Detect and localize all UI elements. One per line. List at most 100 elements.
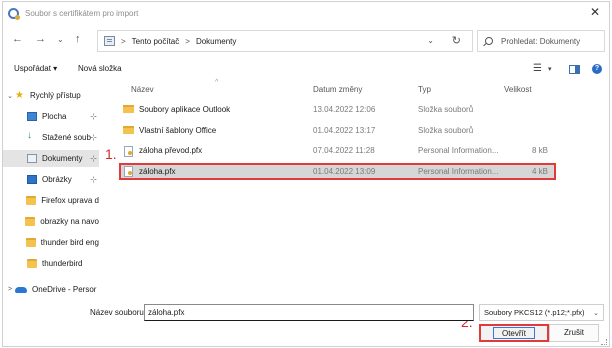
pin-icon: ⊹ (90, 133, 97, 142)
file-type: Složka souborů (418, 105, 474, 114)
help-icon[interactable]: ? (592, 64, 602, 74)
folder-icon (26, 196, 37, 205)
sidebar-item-thunderbird[interactable]: thunderbird (3, 255, 99, 272)
star-icon: ★ (15, 90, 24, 101)
filename-input[interactable]: záloha.pfx (144, 304, 474, 321)
resize-grip-icon[interactable] (601, 339, 607, 345)
sidebar-item-desktop[interactable]: Plocha ⊹ (3, 108, 99, 125)
open-button[interactable]: Otevřít (479, 324, 549, 342)
search-placeholder: Prohledat: Dokumenty (501, 36, 581, 46)
desktop-icon (27, 112, 37, 121)
certificate-app-icon (8, 7, 20, 20)
file-row[interactable]: Vlastní šablony Office 01.04.2022 13:17 … (119, 122, 554, 139)
download-icon (27, 130, 37, 142)
filetype-select[interactable]: Soubory PKCS12 (*.p12;*.pfx) ⌄ (479, 304, 604, 321)
organize-button[interactable]: Uspořádat ▾ (14, 64, 57, 73)
file-size: 8 kB (531, 146, 548, 155)
file-name: záloha.pfx (139, 167, 176, 176)
column-header-name[interactable]: Název (131, 85, 154, 94)
column-header-date[interactable]: Datum změny (313, 85, 362, 94)
breadcrumb-separator-icon: > (185, 36, 190, 46)
recent-locations-chevron-icon[interactable]: ⌄ (57, 34, 64, 46)
sidebar-item-thunder-bird-eng[interactable]: thunder bird eng (3, 234, 99, 251)
folder-icon (25, 238, 36, 247)
view-options-chevron-icon[interactable]: ▾ (548, 65, 552, 73)
file-name: záloha převod.pfx (139, 146, 203, 155)
filename-label: Název souboru: (90, 308, 147, 317)
file-open-dialog: Soubor s certifikátem pro import ✕ ← → ⌄… (2, 1, 610, 347)
sidebar-item-label: thunder bird eng (40, 238, 99, 247)
sidebar-item-label: Firefox uprava d (41, 196, 99, 205)
certificate-icon (124, 146, 133, 157)
cancel-button[interactable]: Zrušit (549, 324, 599, 342)
pin-icon: ⊹ (90, 154, 97, 163)
file-row[interactable]: záloha převod.pfx 07.04.2022 11:28 Perso… (119, 142, 554, 159)
forward-arrow-icon[interactable]: → (35, 33, 46, 45)
search-box[interactable]: Prohledat: Dokumenty (477, 30, 605, 52)
sidebar-item-quick-access[interactable]: ⌄ ★ Rychlý přístup (3, 87, 99, 104)
up-arrow-icon[interactable]: ↑ (75, 33, 81, 45)
navigation-pane: ⌄ ★ Rychlý přístup Plocha ⊹ Stažené soub… (3, 87, 99, 299)
column-header-type[interactable]: Typ (418, 85, 431, 94)
sidebar-item-obrazky-na-navo[interactable]: obrazky na navo (3, 213, 99, 230)
refresh-icon[interactable]: ↻ (452, 34, 461, 47)
sidebar-item-pictures[interactable]: Obrázky ⊹ (3, 171, 99, 188)
sidebar-item-label: Dokumenty (42, 154, 83, 163)
view-options-icon[interactable]: ☰ (533, 63, 542, 74)
documents-icon (27, 154, 37, 163)
search-icon (485, 37, 493, 45)
sidebar-item-label: OneDrive - Persor (32, 285, 97, 294)
file-date: 13.04.2022 12:06 (313, 105, 376, 114)
folder-icon (25, 217, 36, 226)
window-title: Soubor s certifikátem pro import (25, 8, 139, 18)
file-row[interactable]: Soubory aplikace Outlook 13.04.2022 12:0… (119, 101, 554, 118)
filetype-value: Soubory PKCS12 (*.p12;*.pfx) (484, 308, 585, 317)
new-folder-button[interactable]: Nová složka (78, 64, 122, 73)
pin-icon: ⊹ (90, 112, 97, 121)
file-type: Personal Information... (418, 167, 499, 176)
expand-chevron-icon[interactable]: > (5, 286, 15, 293)
folder-icon (123, 105, 134, 113)
breadcrumb-documents[interactable]: Dokumenty (196, 37, 236, 46)
chevron-down-icon: ⌄ (593, 309, 599, 317)
pin-icon: ⊹ (90, 175, 97, 184)
dialog-footer: Název souboru: záloha.pfx Soubory PKCS12… (3, 299, 609, 347)
sidebar-item-label: Rychlý přístup (30, 91, 81, 100)
column-header-size[interactable]: Velikost (504, 85, 532, 94)
sidebar-item-firefox-uprava[interactable]: Firefox uprava d (3, 192, 99, 209)
sidebar-item-label: Obrázky (42, 175, 72, 184)
certificate-icon (124, 166, 133, 177)
file-name: Vlastní šablony Office (139, 126, 217, 135)
file-size: 4 kB (531, 167, 548, 176)
close-icon[interactable]: ✕ (590, 6, 600, 18)
file-type: Personal Information... (418, 146, 499, 155)
folder-icon (27, 259, 37, 268)
sidebar-item-downloads[interactable]: Stažené soub ⊹ (3, 129, 99, 146)
folder-icon (123, 126, 134, 134)
breadcrumb-separator-icon: > (121, 36, 126, 46)
back-arrow-icon[interactable]: ← (12, 33, 23, 45)
sidebar-item-documents[interactable]: Dokumenty ⊹ (3, 150, 99, 167)
this-pc-icon (104, 36, 115, 46)
sidebar-item-label: thunderbird (42, 259, 83, 268)
preview-pane-icon[interactable] (569, 65, 580, 74)
sidebar-item-label: Stažené soub (42, 133, 91, 142)
command-bar: Uspořádat ▾ Nová složka ☰ ▾ ? (3, 59, 609, 79)
address-bar[interactable]: > Tento počítač > Dokumenty ⌄ ↻ (97, 30, 473, 52)
pictures-icon (27, 175, 37, 184)
cloud-icon (15, 286, 27, 293)
breadcrumb-this-pc[interactable]: Tento počítač (132, 37, 180, 46)
file-row-selected[interactable]: záloha.pfx 01.04.2022 13:09 Personal Inf… (119, 163, 556, 180)
address-dropdown-icon[interactable]: ⌄ (427, 36, 434, 45)
sidebar-item-onedrive[interactable]: > OneDrive - Persor (3, 281, 99, 298)
file-date: 01.04.2022 13:17 (313, 126, 376, 135)
step-1-annotation: 1. (105, 146, 117, 162)
file-date: 07.04.2022 11:28 (313, 146, 375, 155)
open-button-label: Otevřít (493, 327, 535, 339)
sidebar-item-label: obrazky na navo (40, 217, 99, 226)
sidebar-item-label: Plocha (42, 112, 67, 121)
title-bar: Soubor s certifikátem pro import ✕ (3, 2, 609, 24)
file-list: Název ^ Datum změny Typ Velikost Soubory… (105, 79, 605, 295)
navigation-bar: ← → ⌄ ↑ > Tento počítač > Dokumenty ⌄ ↻ … (3, 27, 609, 53)
expand-chevron-icon[interactable]: ⌄ (5, 92, 15, 100)
